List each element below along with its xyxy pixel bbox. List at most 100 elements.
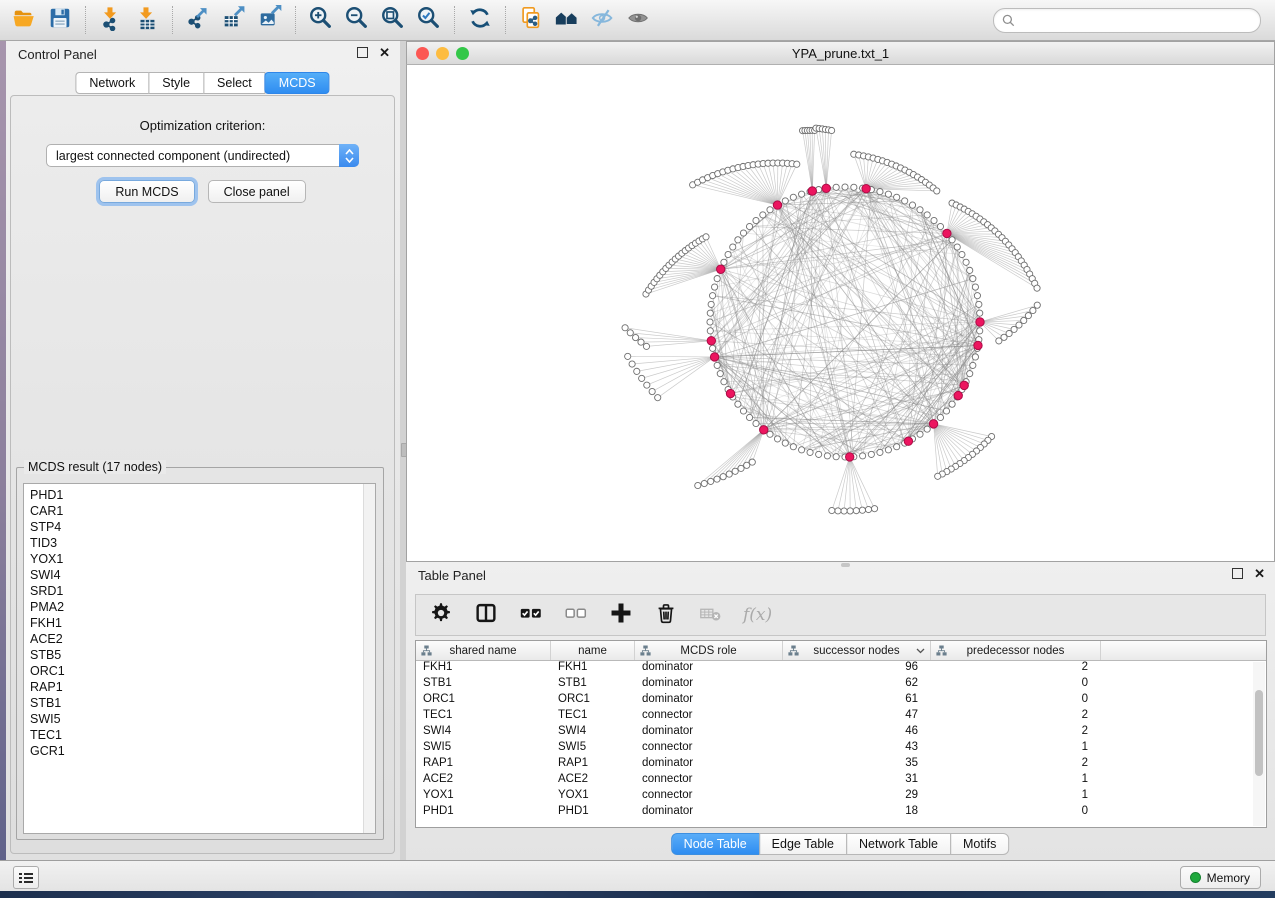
close-panel-button[interactable]: Close panel — [208, 180, 306, 203]
table-scrollbar[interactable] — [1253, 662, 1265, 826]
table-row[interactable]: FKH1FKH1dominator962 — [416, 661, 1266, 677]
table-row[interactable]: SWI4SWI4dominator462 — [416, 725, 1266, 741]
tab-style[interactable]: Style — [148, 72, 204, 94]
mcds-result-node[interactable]: TID3 — [30, 535, 375, 551]
window-close-icon[interactable] — [416, 47, 429, 60]
tab-select[interactable]: Select — [203, 72, 266, 94]
tab-node-table[interactable]: Node Table — [671, 833, 760, 855]
mcds-result-node[interactable]: FKH1 — [30, 615, 375, 631]
save-session-button[interactable] — [42, 3, 78, 37]
task-history-button[interactable] — [13, 866, 39, 889]
mcds-result-list[interactable]: PHD1CAR1STP4TID3YOX1SWI4SRD1PMA2FKH1ACE2… — [23, 483, 376, 834]
table-row[interactable]: YOX1YOX1connector291 — [416, 789, 1266, 805]
mcds-result-node[interactable]: SRD1 — [30, 583, 375, 599]
mcds-list-scrollbar[interactable] — [363, 484, 375, 833]
zoom-in-button[interactable] — [303, 3, 339, 37]
select-all-button[interactable] — [518, 600, 544, 631]
column-header-shared-name[interactable]: shared name — [416, 641, 551, 660]
memory-button[interactable]: Memory — [1180, 866, 1261, 889]
control-panel: Control Panel ✕ NetworkStyleSelectMCDS O… — [6, 41, 400, 862]
tab-mcds[interactable]: MCDS — [265, 72, 330, 94]
mcds-result-node[interactable]: TEC1 — [30, 727, 375, 743]
tab-motifs[interactable]: Motifs — [950, 833, 1009, 855]
mcds-result-node[interactable]: STP4 — [30, 519, 375, 535]
export-table-button[interactable] — [216, 3, 252, 37]
table-row[interactable]: TEC1TEC1connector472 — [416, 709, 1266, 725]
column-header-name[interactable]: name — [551, 641, 635, 660]
export-network-icon — [185, 5, 211, 36]
table-row[interactable]: ACE2ACE2connector311 — [416, 773, 1266, 789]
mcds-result-node[interactable]: STB1 — [30, 695, 375, 711]
cell-name: TEC1 — [551, 709, 635, 725]
cell-name: PHD1 — [551, 805, 635, 821]
refresh-layout-button[interactable] — [462, 3, 498, 37]
cell-MCDS-role: dominator — [635, 757, 783, 773]
criterion-dropdown[interactable]: largest connected component (undirected) — [46, 144, 359, 167]
cell-shared-name: SWI5 — [416, 741, 551, 757]
delete-table-button[interactable] — [698, 600, 724, 631]
column-layout-button[interactable] — [473, 600, 499, 631]
open-file-button[interactable] — [6, 3, 42, 37]
show-all-button[interactable] — [621, 3, 657, 37]
network-canvas[interactable] — [406, 65, 1275, 562]
close-panel-icon[interactable]: ✕ — [379, 47, 390, 58]
import-table-button[interactable] — [129, 3, 165, 37]
mcds-result-node[interactable]: RAP1 — [30, 679, 375, 695]
search-input[interactable] — [1015, 13, 1260, 27]
export-network-button[interactable] — [180, 3, 216, 37]
mcds-result-node[interactable]: SWI5 — [30, 711, 375, 727]
export-table-icon — [221, 5, 247, 36]
cell-shared-name: RAP1 — [416, 757, 551, 773]
mcds-result-node[interactable]: YOX1 — [30, 551, 375, 567]
add-column-button[interactable] — [608, 600, 634, 631]
network-graph — [407, 65, 1274, 560]
import-network-button[interactable] — [93, 3, 129, 37]
show-all-icon — [626, 5, 652, 36]
mcds-result-node[interactable]: ACE2 — [30, 631, 375, 647]
delete-column-button[interactable] — [653, 600, 679, 631]
first-neighbors-button[interactable] — [549, 3, 585, 37]
zoom-out-button[interactable] — [339, 3, 375, 37]
window-minimize-icon[interactable] — [436, 47, 449, 60]
tab-network-table[interactable]: Network Table — [846, 833, 951, 855]
table-row[interactable]: RAP1RAP1dominator352 — [416, 757, 1266, 773]
deselect-all-button[interactable] — [563, 600, 589, 631]
network-window-titlebar[interactable]: YPA_prune.txt_1 — [406, 41, 1275, 65]
zoom-selected-button[interactable] — [411, 3, 447, 37]
table-row[interactable]: SWI5SWI5connector431 — [416, 741, 1266, 757]
column-header-successor-nodes[interactable]: successor nodes — [783, 641, 931, 660]
table-row[interactable]: PHD1PHD1dominator180 — [416, 805, 1266, 821]
table-settings-button[interactable] — [428, 600, 454, 631]
tab-network[interactable]: Network — [75, 72, 149, 94]
function-builder-button[interactable]: f(x) — [743, 605, 772, 625]
zoom-fit-button[interactable] — [375, 3, 411, 37]
window-maximize-icon[interactable] — [456, 47, 469, 60]
cell-MCDS-role: dominator — [635, 725, 783, 741]
float-panel-icon[interactable] — [357, 47, 368, 58]
tab-edge-table[interactable]: Edge Table — [759, 833, 847, 855]
cell-MCDS-role: dominator — [635, 805, 783, 821]
mcds-result-node[interactable]: PMA2 — [30, 599, 375, 615]
table-scrollbar-thumb[interactable] — [1255, 690, 1263, 776]
cell-name: RAP1 — [551, 757, 635, 773]
run-mcds-button[interactable]: Run MCDS — [99, 180, 194, 203]
mcds-result-node[interactable]: ORC1 — [30, 663, 375, 679]
mcds-result-node[interactable]: STB5 — [30, 647, 375, 663]
cell-successor-nodes: 61 — [783, 693, 931, 709]
search-box[interactable] — [993, 8, 1261, 33]
export-image-button[interactable] — [252, 3, 288, 37]
close-table-panel-icon[interactable]: ✕ — [1254, 568, 1265, 579]
table-row[interactable]: STB1STB1dominator620 — [416, 677, 1266, 693]
toolbar-separator — [454, 6, 455, 34]
share-document-button[interactable] — [513, 3, 549, 37]
mcds-result-node[interactable]: CAR1 — [30, 503, 375, 519]
column-header-MCDS-role[interactable]: MCDS role — [635, 641, 783, 660]
float-table-panel-icon[interactable] — [1232, 568, 1243, 579]
mcds-result-node[interactable]: GCR1 — [30, 743, 375, 759]
column-header-predecessor-nodes[interactable]: predecessor nodes — [931, 641, 1101, 660]
table-row[interactable]: ORC1ORC1dominator610 — [416, 693, 1266, 709]
hide-selected-button[interactable] — [585, 3, 621, 37]
mcds-result-node[interactable]: SWI4 — [30, 567, 375, 583]
column-layout-icon — [473, 600, 499, 631]
mcds-result-node[interactable]: PHD1 — [30, 487, 375, 503]
